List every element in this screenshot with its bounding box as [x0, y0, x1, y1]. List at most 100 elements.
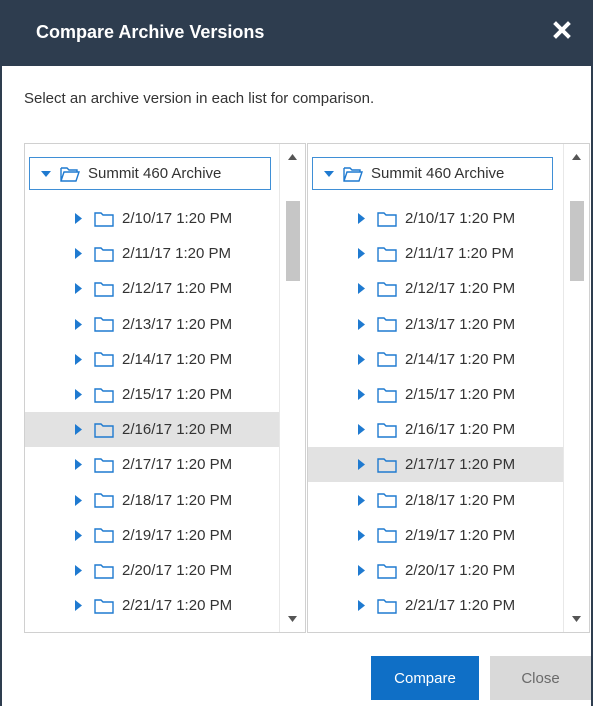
folder-icon	[377, 246, 397, 262]
caret-down-icon[interactable]	[323, 170, 335, 178]
tree-item[interactable]: 2/20/17 1:20 PM	[25, 553, 281, 588]
left-scrollbar[interactable]	[279, 144, 305, 632]
caret-right-icon[interactable]	[75, 459, 82, 471]
tree-item-label: 2/15/17 1:20 PM	[122, 386, 233, 403]
close-icon[interactable]	[551, 19, 573, 41]
tree-item[interactable]: 2/12/17 1:20 PM	[25, 271, 281, 306]
folder-icon	[94, 598, 114, 614]
tree-item-label: 2/10/17 1:20 PM	[405, 210, 516, 227]
caret-right-icon[interactable]	[75, 248, 82, 260]
tree-item[interactable]: 2/10/17 1:20 PM	[308, 201, 564, 236]
caret-right-icon[interactable]	[358, 565, 365, 576]
tree-item[interactable]: 2/20/17 1:20 PM	[308, 553, 564, 588]
caret-down-icon[interactable]	[40, 170, 52, 178]
tree-item-label: 2/17/17 1:20 PM	[405, 456, 516, 474]
caret-right-icon[interactable]	[75, 424, 82, 436]
caret-right-icon[interactable]	[358, 353, 365, 365]
folder-open-icon	[60, 166, 80, 182]
tree-item[interactable]: 2/15/17 1:20 PM	[308, 377, 564, 412]
folder-icon	[94, 458, 114, 473]
tree-root-summit-archive[interactable]: Summit 460 Archive	[29, 157, 271, 190]
tree-item[interactable]: 2/13/17 1:20 PM	[308, 307, 564, 342]
folder-icon	[377, 458, 397, 473]
tree-item-label: 2/11/17 1:20 PM	[122, 245, 231, 263]
scroll-up-icon[interactable]	[564, 146, 589, 168]
tree-item[interactable]: 2/19/17 1:20 PM	[308, 518, 564, 553]
dialog-instructions: Select an archive version in each list f…	[24, 90, 375, 107]
caret-right-icon[interactable]	[358, 318, 365, 330]
tree-item[interactable]: 2/11/17 1:20 PM	[308, 236, 564, 271]
folder-icon	[94, 282, 114, 297]
caret-right-icon[interactable]	[358, 389, 365, 400]
tree-item-label: 2/12/17 1:20 PM	[122, 280, 233, 298]
tree-item[interactable]: 2/16/17 1:20 PM	[308, 412, 564, 447]
caret-right-icon[interactable]	[358, 494, 365, 506]
folder-icon	[94, 493, 114, 508]
tree-item[interactable]: 2/21/17 1:20 PM	[308, 588, 564, 623]
caret-right-icon[interactable]	[358, 529, 365, 541]
tree-item[interactable]: 2/12/17 1:20 PM	[308, 271, 564, 306]
caret-right-icon[interactable]	[75, 565, 82, 576]
tree-item[interactable]: 2/21/17 1:20 PM	[25, 588, 281, 623]
caret-right-icon[interactable]	[75, 353, 82, 365]
folder-icon	[94, 352, 114, 367]
scroll-thumb[interactable]	[286, 201, 300, 281]
tree-item-label: 2/21/17 1:20 PM	[405, 597, 516, 615]
tree-item-label: 2/12/17 1:20 PM	[405, 280, 516, 298]
tree-item[interactable]: 2/17/17 1:20 PM	[25, 447, 281, 482]
caret-right-icon[interactable]	[75, 600, 82, 612]
tree-item-label: 2/21/17 1:20 PM	[122, 597, 233, 615]
close-button[interactable]: Close	[490, 656, 591, 700]
folder-icon	[377, 422, 397, 438]
tree-item-label: 2/19/17 1:20 PM	[405, 526, 516, 544]
compare-button[interactable]: Compare	[371, 656, 479, 700]
tree-item[interactable]: 2/13/17 1:20 PM	[25, 307, 281, 342]
caret-right-icon[interactable]	[358, 213, 365, 224]
tree-item[interactable]: 2/11/17 1:20 PM	[25, 236, 281, 271]
folder-icon	[94, 422, 114, 438]
folder-icon	[94, 563, 114, 579]
caret-right-icon[interactable]	[358, 600, 365, 612]
tree-item[interactable]: 2/18/17 1:20 PM	[308, 483, 564, 518]
caret-right-icon[interactable]	[75, 529, 82, 541]
caret-right-icon[interactable]	[358, 283, 365, 295]
folder-icon	[377, 317, 397, 332]
caret-right-icon[interactable]	[75, 389, 82, 400]
caret-right-icon[interactable]	[75, 213, 82, 224]
right-scrollbar[interactable]	[563, 144, 589, 632]
tree-item[interactable]: 2/15/17 1:20 PM	[25, 377, 281, 412]
folder-icon	[377, 211, 397, 227]
dialog-title: Compare Archive Versions	[36, 22, 265, 42]
folder-open-icon	[343, 166, 363, 182]
tree-item-label: 2/16/17 1:20 PM	[122, 421, 233, 439]
tree-item[interactable]: 2/10/17 1:20 PM	[25, 201, 281, 236]
tree-item-label: 2/16/17 1:20 PM	[405, 421, 516, 439]
tree-root-label: Summit 460 Archive	[371, 165, 505, 182]
tree-item[interactable]: 2/18/17 1:20 PM	[25, 483, 281, 518]
tree-item[interactable]: 2/19/17 1:20 PM	[25, 518, 281, 553]
scroll-down-icon[interactable]	[280, 608, 305, 630]
left-archive-tree: Summit 460 Archive 2/10/17 1:20 PM 2/11/1…	[24, 143, 306, 633]
tree-root-label: Summit 460 Archive	[88, 165, 222, 182]
tree-item[interactable]: 2/14/17 1:20 PM	[25, 342, 281, 377]
folder-icon	[94, 246, 114, 262]
tree-item-label: 2/10/17 1:20 PM	[122, 210, 233, 227]
caret-right-icon[interactable]	[75, 494, 82, 506]
caret-right-icon[interactable]	[358, 424, 365, 436]
tree-item[interactable]: 2/17/17 1:20 PM	[308, 447, 564, 483]
caret-right-icon[interactable]	[75, 283, 82, 295]
tree-root-summit-archive[interactable]: Summit 460 Archive	[312, 157, 553, 190]
caret-right-icon[interactable]	[75, 318, 82, 330]
tree-item-label: 2/13/17 1:20 PM	[122, 315, 233, 333]
tree-item[interactable]: 2/16/17 1:20 PM	[25, 412, 281, 448]
folder-icon	[94, 211, 114, 227]
folder-icon	[377, 528, 397, 543]
scroll-down-icon[interactable]	[564, 608, 589, 630]
caret-right-icon[interactable]	[358, 459, 365, 471]
tree-item-label: 2/14/17 1:20 PM	[405, 350, 516, 368]
caret-right-icon[interactable]	[358, 248, 365, 260]
scroll-up-icon[interactable]	[280, 146, 305, 168]
right-archive-tree: Summit 460 Archive 2/10/17 1:20 PM 2/11/1…	[307, 143, 590, 633]
tree-item[interactable]: 2/14/17 1:20 PM	[308, 342, 564, 377]
scroll-thumb[interactable]	[570, 201, 584, 281]
